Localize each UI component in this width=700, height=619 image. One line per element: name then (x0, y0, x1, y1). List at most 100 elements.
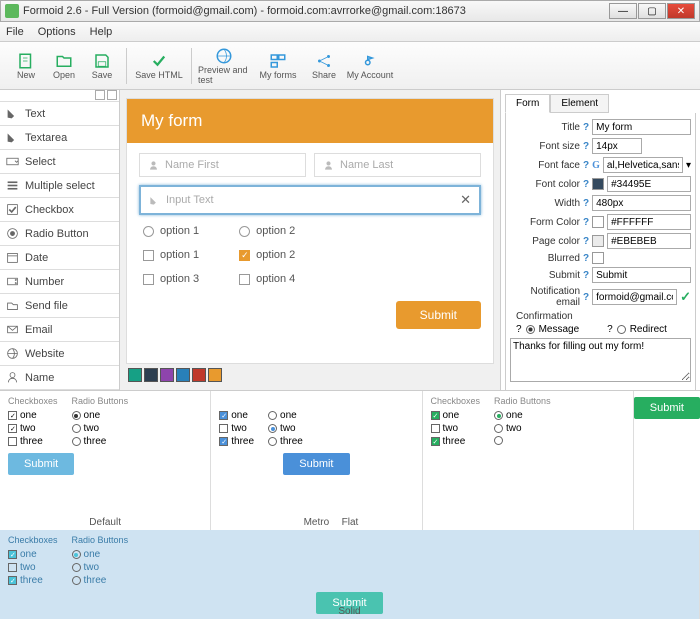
menubar: File Options Help (0, 22, 700, 42)
prop-submit-label: Submit (510, 270, 580, 281)
widget-multiselect[interactable]: Multiple select (0, 174, 119, 198)
prop-fontface-input[interactable] (603, 157, 683, 173)
open-button[interactable]: Open (46, 44, 82, 88)
account-button[interactable]: My Account (344, 44, 396, 88)
pagecolor-swatch[interactable] (592, 235, 604, 247)
prop-pagecolor-input[interactable] (607, 233, 691, 249)
firstname-input[interactable]: Name First (139, 153, 306, 177)
themes-bar: Checkboxes one two three Radio Buttons o… (0, 390, 700, 530)
valid-icon: ✓ (680, 289, 691, 305)
widget-name[interactable]: Name (0, 366, 119, 390)
menu-options[interactable]: Options (38, 26, 76, 38)
swatch-2[interactable] (144, 368, 158, 382)
prop-width-input[interactable] (592, 195, 691, 211)
google-fonts-icon[interactable]: G (592, 160, 600, 171)
widget-text[interactable]: Text (0, 102, 119, 126)
lastname-input[interactable]: Name Last (314, 153, 481, 177)
savehtml-button[interactable]: Save HTML (133, 44, 185, 88)
prop-title-input[interactable] (592, 119, 691, 135)
new-button[interactable]: New (8, 44, 44, 88)
fontcolor-swatch[interactable] (592, 178, 604, 190)
swatch-3[interactable] (160, 368, 174, 382)
prop-formcolor-label: Form Color (510, 217, 580, 228)
swatch-5[interactable] (192, 368, 206, 382)
widget-checkbox[interactable]: Checkbox (0, 198, 119, 222)
theme-default[interactable]: Checkboxes one two three Radio Buttons o… (0, 391, 211, 530)
share-button[interactable]: Share (306, 44, 342, 88)
sidebar-toggle-2[interactable] (107, 90, 117, 100)
widget-email[interactable]: Email (0, 318, 119, 342)
widget-radio[interactable]: Radio Button (0, 222, 119, 246)
prop-notif-input[interactable] (592, 289, 677, 305)
checkbox-option-3[interactable]: option 3 (143, 273, 199, 285)
color-palette (126, 364, 494, 382)
minimize-button[interactable]: — (609, 3, 637, 19)
widget-date[interactable]: Date (0, 246, 119, 270)
theme-metro-submit[interactable]: Submit (283, 453, 349, 475)
prop-fontface-label: Font face (510, 160, 580, 171)
confirmation-text[interactable]: Thanks for filling out my form! (510, 338, 691, 382)
radio-redirect[interactable] (617, 325, 626, 334)
radio-message[interactable] (526, 325, 535, 334)
prop-fontcolor-input[interactable] (607, 176, 691, 192)
theme-default-submit[interactable]: Submit (8, 453, 74, 475)
tab-form[interactable]: Form (505, 94, 550, 113)
preview-button[interactable]: Preview and test (198, 44, 250, 88)
menu-help[interactable]: Help (90, 26, 113, 38)
tab-element[interactable]: Element (550, 94, 609, 113)
help-icon[interactable]: ? (583, 141, 589, 152)
text-input-selected[interactable]: Input Text✕ (139, 185, 481, 215)
help-icon[interactable]: ? (583, 179, 589, 190)
widget-number[interactable]: Number (0, 270, 119, 294)
radio-option-1[interactable]: option 1 (143, 225, 199, 237)
widget-sendfile[interactable]: Send file (0, 294, 119, 318)
toolbar: New Open Save Save HTML Preview and test… (0, 42, 700, 90)
delete-element-icon[interactable]: ✕ (460, 192, 471, 208)
help-icon[interactable]: ? (583, 160, 589, 171)
close-button[interactable]: ✕ (667, 3, 695, 19)
save-button[interactable]: Save (84, 44, 120, 88)
prop-title-label: Title (510, 122, 580, 133)
theme-solid[interactable]: Checkboxes one two three Radio Buttons o… (0, 530, 700, 619)
theme-flat-subm submit[interactable]: Submit (634, 397, 700, 419)
form-submit-button[interactable]: Submit (396, 301, 481, 329)
prop-width-label: Width (510, 198, 580, 209)
swatch-4[interactable] (176, 368, 190, 382)
help-icon[interactable]: ? (583, 292, 589, 303)
help-icon[interactable]: ? (607, 324, 613, 335)
checkbox-option-4[interactable]: option 4 (239, 273, 295, 285)
widget-textarea[interactable]: Textarea (0, 126, 119, 150)
prop-notif-label: Notification email (510, 286, 580, 308)
help-icon[interactable]: ? (583, 236, 589, 247)
form-preview[interactable]: My form Name First Name Last Input Text✕… (126, 98, 494, 364)
theme-flat[interactable]: Checkboxes one two three Radio Buttons o… (423, 391, 634, 530)
widget-select[interactable]: Select (0, 150, 119, 174)
help-icon[interactable]: ? (583, 217, 589, 228)
myforms-button[interactable]: My forms (252, 44, 304, 88)
swatch-6[interactable] (208, 368, 222, 382)
dropdown-icon[interactable]: ▾ (686, 160, 691, 171)
window-title: Formoid 2.6 - Full Version (formoid@gmai… (23, 5, 609, 17)
maximize-button[interactable]: ▢ (638, 3, 666, 19)
prop-blurred-checkbox[interactable] (592, 252, 604, 264)
prop-fontsize-input[interactable] (592, 138, 642, 154)
prop-submit-input[interactable] (592, 267, 691, 283)
confirmation-label: Confirmation (516, 311, 691, 322)
help-icon[interactable]: ? (516, 324, 522, 335)
swatch-1[interactable] (128, 368, 142, 382)
theme-metro[interactable]: one two three one two three Submit Metro (211, 391, 422, 530)
help-icon[interactable]: ? (583, 198, 589, 209)
form-title[interactable]: My form (127, 99, 493, 143)
prop-formcolor-input[interactable] (607, 214, 691, 230)
sidebar-toggle-1[interactable] (95, 90, 105, 100)
help-icon[interactable]: ? (583, 253, 589, 264)
help-icon[interactable]: ? (583, 270, 589, 281)
form-canvas: My form Name First Name Last Input Text✕… (120, 90, 500, 390)
formcolor-swatch[interactable] (592, 216, 604, 228)
checkbox-option-1[interactable]: option 1 (143, 249, 199, 261)
widget-website[interactable]: Website (0, 342, 119, 366)
menu-file[interactable]: File (6, 26, 24, 38)
help-icon[interactable]: ? (583, 122, 589, 133)
radio-option-2[interactable]: option 2 (239, 225, 295, 237)
checkbox-option-2[interactable]: option 2 (239, 249, 295, 261)
